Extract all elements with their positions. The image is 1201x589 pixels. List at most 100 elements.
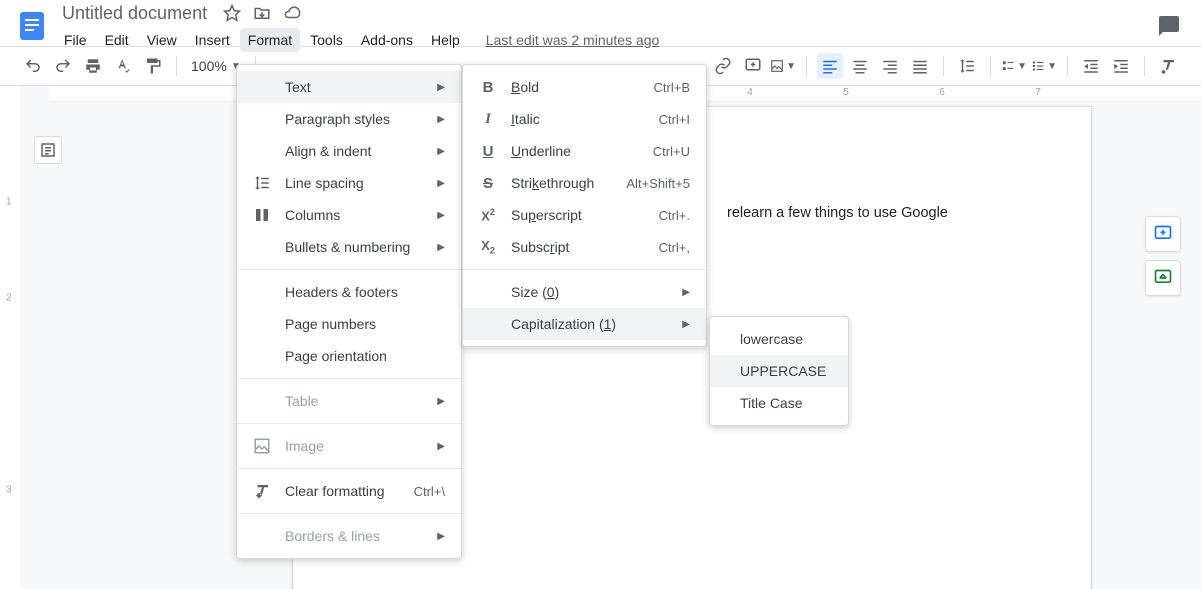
- open-comments-icon[interactable]: [1157, 14, 1181, 38]
- I-icon: I: [477, 111, 499, 128]
- format-menu: Text▶Paragraph styles▶Align & indent▶Lin…: [236, 64, 462, 559]
- spellcheck-icon[interactable]: [110, 53, 136, 79]
- last-edit-link[interactable]: Last edit was 2 minutes ago: [486, 32, 660, 48]
- capitalization-item-title-case[interactable]: Title Case: [710, 387, 848, 419]
- bullet-list-icon[interactable]: ▼: [1031, 53, 1057, 79]
- menu-shortcut: Ctrl+U: [653, 144, 690, 159]
- text-item-superscript[interactable]: X2SuperscriptCtrl+.: [463, 199, 706, 231]
- align-left-icon[interactable]: [817, 53, 843, 79]
- format-item-text[interactable]: Text▶: [237, 71, 461, 103]
- chevron-right-icon: ▶: [437, 441, 445, 452]
- format-item-columns[interactable]: Columns▶: [237, 199, 461, 231]
- menu-item-label: UPPERCASE: [740, 363, 832, 379]
- add-comment-icon[interactable]: [740, 53, 766, 79]
- chevron-right-icon: ▶: [437, 396, 445, 407]
- X2-icon: X2: [477, 207, 499, 223]
- text-item-underline[interactable]: UUnderlineCtrl+U: [463, 135, 706, 167]
- text-item-subscript[interactable]: X2SubscriptCtrl+,: [463, 231, 706, 263]
- text-item-capitalization-[interactable]: Capitalization (1) ▶: [463, 308, 706, 340]
- menu-format[interactable]: Format: [240, 28, 300, 52]
- menu-item-label: Bold: [511, 79, 630, 95]
- format-item-line-spacing[interactable]: Line spacing ▶: [237, 167, 461, 199]
- format-item-image: Image ▶: [237, 430, 461, 462]
- menu-item-label: Clear formatting: [285, 483, 390, 499]
- menu-item-label: Align & indent: [285, 143, 413, 159]
- menu-item-label: Paragraph styles: [285, 111, 413, 127]
- menu-view[interactable]: View: [139, 28, 185, 52]
- menu-shortcut: Ctrl+,: [659, 240, 690, 255]
- format-item-page-numbers[interactable]: Page numbers: [237, 308, 461, 340]
- format-item-bullets-numbering[interactable]: Bullets & numbering▶: [237, 231, 461, 263]
- menu-item-label: Page orientation: [285, 348, 445, 364]
- clear-format-icon[interactable]: [1155, 53, 1181, 79]
- menubar: File Edit View Insert Format Tools Add-o…: [56, 26, 1157, 52]
- cloud-status-icon[interactable]: [283, 4, 301, 22]
- format-item-align-indent[interactable]: Align & indent▶: [237, 135, 461, 167]
- menu-shortcut: Ctrl+B: [654, 80, 690, 95]
- align-right-icon[interactable]: [877, 53, 903, 79]
- menu-insert[interactable]: Insert: [187, 28, 238, 52]
- capitalization-item-uppercase[interactable]: UPPERCASE: [710, 355, 848, 387]
- menu-shortcut: Ctrl+\: [414, 484, 445, 499]
- chevron-down-icon: ▼: [1017, 61, 1027, 72]
- checklist-icon[interactable]: ▼: [1001, 53, 1027, 79]
- text-item-bold[interactable]: B Bold Ctrl+B: [463, 71, 706, 103]
- menu-item-label: Strikethrough: [511, 175, 602, 191]
- menu-item-label: Line spacing: [285, 175, 413, 191]
- document-text[interactable]: relearn a few things to use Google: [727, 203, 995, 225]
- align-center-icon[interactable]: [847, 53, 873, 79]
- paint-format-icon[interactable]: [140, 53, 166, 79]
- menu-item-label: Italic: [511, 111, 635, 127]
- menu-file[interactable]: File: [56, 28, 95, 52]
- menu-edit[interactable]: Edit: [97, 28, 137, 52]
- menu-addons[interactable]: Add-ons: [353, 28, 421, 52]
- star-icon[interactable]: [223, 4, 241, 22]
- text-item-italic[interactable]: I Italic Ctrl+I: [463, 103, 706, 135]
- menu-item-label: Size (0): [511, 284, 658, 300]
- suggest-edit-button[interactable]: [1145, 260, 1181, 296]
- menu-shortcut: Ctrl+.: [659, 208, 690, 223]
- line-spacing-icon[interactable]: [954, 53, 980, 79]
- move-icon[interactable]: [253, 4, 271, 22]
- menu-item-label: Borders & lines: [285, 528, 413, 544]
- menu-tools[interactable]: Tools: [302, 28, 351, 52]
- format-item-headers-footers[interactable]: Headers & footers: [237, 276, 461, 308]
- chevron-right-icon: ▶: [437, 82, 445, 93]
- menu-item-label: Columns: [285, 207, 413, 223]
- menu-item-label: Headers & footers: [285, 284, 445, 300]
- chevron-right-icon: ▶: [437, 242, 445, 253]
- chevron-down-icon: ▼: [786, 61, 796, 72]
- undo-icon[interactable]: [20, 53, 46, 79]
- format-item-clear-formatting[interactable]: Clear formatting Ctrl+\: [237, 475, 461, 507]
- menu-item-label: Title Case: [740, 395, 832, 411]
- doc-title[interactable]: Untitled document: [56, 1, 213, 26]
- menu-help[interactable]: Help: [423, 28, 468, 52]
- chevron-down-icon: ▼: [1047, 61, 1057, 72]
- print-icon[interactable]: [80, 53, 106, 79]
- redo-icon[interactable]: [50, 53, 76, 79]
- align-justify-icon[interactable]: [907, 53, 933, 79]
- menu-item-label: lowercase: [740, 331, 832, 347]
- document-outline-icon[interactable]: [34, 136, 62, 164]
- B-icon: B: [477, 79, 499, 96]
- insert-link-icon[interactable]: [710, 53, 736, 79]
- text-item-strikethrough[interactable]: SStrikethroughAlt+Shift+5: [463, 167, 706, 199]
- U-icon: U: [477, 143, 499, 160]
- add-comment-button[interactable]: [1145, 216, 1181, 252]
- capitalization-item-lowercase[interactable]: lowercase: [710, 323, 848, 355]
- menu-item-label: Subscript: [511, 239, 635, 255]
- text-item-size-[interactable]: Size (0)▶: [463, 276, 706, 308]
- menu-shortcut: Ctrl+I: [659, 112, 690, 127]
- indent-increase-icon[interactable]: [1108, 53, 1134, 79]
- indent-decrease-icon[interactable]: [1078, 53, 1104, 79]
- insert-image-icon[interactable]: ▼: [770, 53, 796, 79]
- menu-item-label: Image: [285, 438, 413, 454]
- format-item-paragraph-styles[interactable]: Paragraph styles▶: [237, 103, 461, 135]
- format-item-page-orientation[interactable]: Page orientation: [237, 340, 461, 372]
- menu-item-label: Capitalization (1): [511, 316, 658, 332]
- docs-logo[interactable]: [12, 6, 52, 46]
- chevron-right-icon: ▶: [437, 178, 445, 189]
- line-spacing-icon: [251, 174, 273, 192]
- chevron-right-icon: ▶: [682, 319, 690, 330]
- capitalization-submenu: lowercase UPPERCASE Title Case: [709, 316, 849, 426]
